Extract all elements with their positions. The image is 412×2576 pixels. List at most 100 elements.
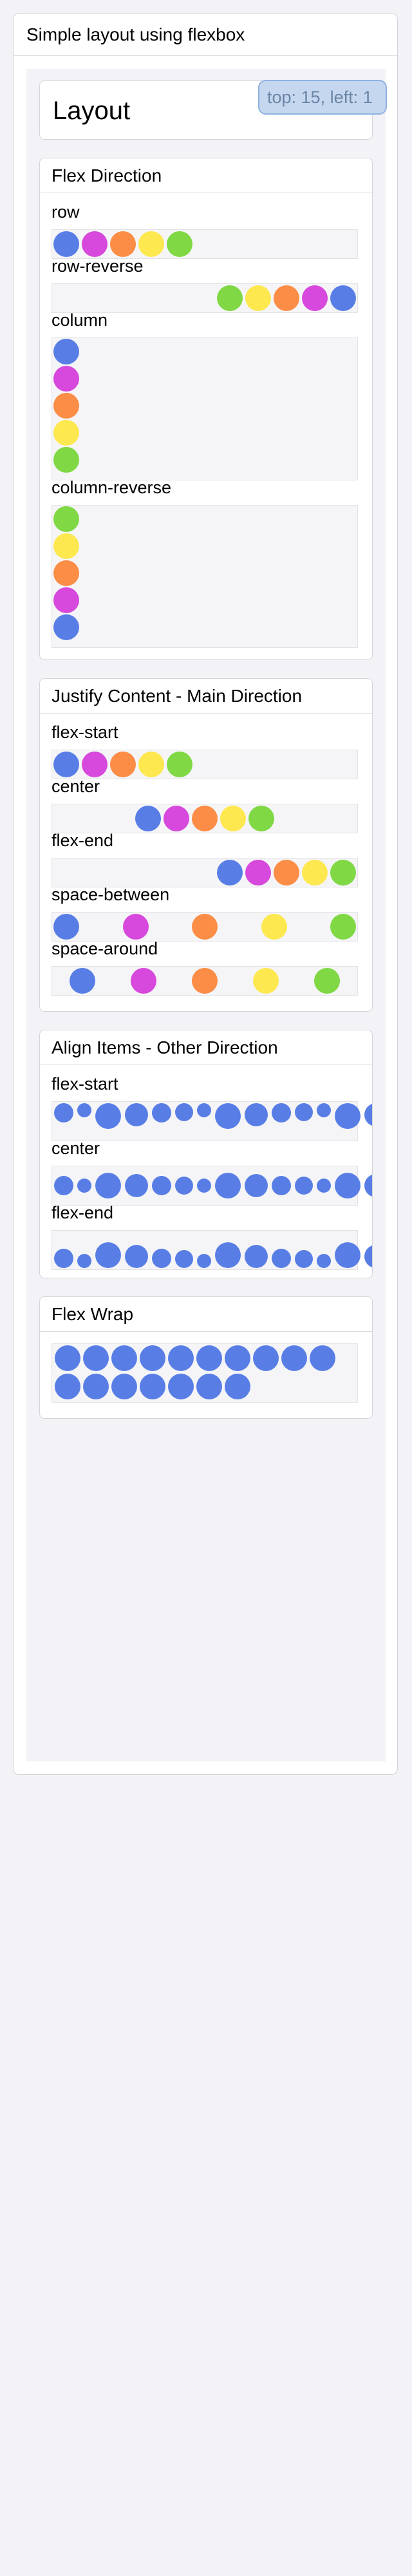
green-circle bbox=[330, 860, 356, 886]
justify-flex-end-box bbox=[52, 858, 358, 887]
magenta-circle bbox=[164, 806, 189, 831]
blue-circle bbox=[125, 1174, 148, 1197]
blue-circle bbox=[175, 1103, 193, 1121]
blue-circle bbox=[215, 1242, 241, 1268]
row-reverse-box bbox=[52, 283, 358, 313]
blue-circle bbox=[272, 1103, 291, 1122]
blue-circle bbox=[197, 1254, 211, 1268]
yellow-circle bbox=[252, 968, 279, 994]
blue-circle bbox=[53, 614, 79, 640]
green-circle bbox=[248, 806, 274, 831]
blue-circle bbox=[77, 1103, 91, 1117]
orange-circle bbox=[191, 968, 218, 994]
blue-circle bbox=[317, 1179, 331, 1193]
flex-wrap-title: Flex Wrap bbox=[40, 1297, 372, 1332]
blue-circle bbox=[335, 1242, 360, 1268]
yellow-circle bbox=[53, 420, 79, 446]
orange-circle bbox=[110, 752, 136, 777]
blue-circle bbox=[135, 806, 161, 831]
blue-circle bbox=[152, 1176, 171, 1195]
blue-circle bbox=[295, 1250, 313, 1268]
column-box bbox=[52, 337, 358, 480]
blue-circle bbox=[54, 1176, 73, 1195]
blue-circle bbox=[335, 1103, 360, 1129]
blue-circle bbox=[197, 1179, 211, 1193]
blue-circle bbox=[54, 1249, 73, 1268]
blue-circle bbox=[310, 1345, 335, 1371]
blue-circle bbox=[168, 1374, 194, 1399]
magenta-circle bbox=[82, 752, 108, 777]
magenta-circle bbox=[82, 231, 108, 257]
justify-space-between-box bbox=[52, 912, 358, 942]
blue-circle bbox=[281, 1345, 307, 1371]
blue-circle bbox=[253, 1345, 279, 1371]
column-reverse-box bbox=[52, 505, 358, 648]
justify-center-box bbox=[52, 804, 358, 833]
yellow-circle bbox=[261, 914, 287, 940]
green-circle bbox=[53, 506, 79, 532]
flex-wrap-box bbox=[52, 1343, 358, 1403]
blue-circle bbox=[55, 1374, 80, 1399]
blue-circle bbox=[111, 1374, 137, 1399]
column-reverse-label: column-reverse bbox=[52, 478, 172, 497]
magenta-circle bbox=[245, 860, 271, 886]
blue-circle bbox=[111, 1345, 137, 1371]
yellow-circle bbox=[138, 752, 164, 777]
blue-circle bbox=[196, 1374, 222, 1399]
blue-circle bbox=[272, 1176, 291, 1195]
blue-circle bbox=[125, 1245, 148, 1268]
justify-center-label: center bbox=[52, 777, 100, 796]
justify-content-card: Justify Content - Main Direction flex-st… bbox=[39, 678, 373, 1012]
blue-circle bbox=[175, 1177, 193, 1195]
blue-circle bbox=[364, 1174, 372, 1197]
blue-circle bbox=[225, 1345, 250, 1371]
green-circle bbox=[53, 447, 79, 473]
magenta-circle bbox=[53, 366, 79, 392]
justify-space-around-label: space-around bbox=[52, 939, 158, 958]
blue-circle bbox=[54, 1103, 73, 1122]
position-tooltip: top: 15, left: 1 bbox=[258, 80, 387, 115]
blue-circle bbox=[196, 1345, 222, 1371]
blue-circle bbox=[330, 285, 356, 311]
justify-flex-start-label: flex-start bbox=[52, 723, 118, 742]
align-center-label: center bbox=[52, 1139, 100, 1158]
blue-circle bbox=[152, 1249, 171, 1268]
blue-circle bbox=[175, 1250, 193, 1268]
orange-circle bbox=[274, 860, 299, 886]
green-circle bbox=[167, 231, 192, 257]
orange-circle bbox=[192, 806, 218, 831]
blue-circle bbox=[364, 1103, 372, 1126]
align-flex-start-box bbox=[52, 1101, 372, 1141]
blue-circle bbox=[197, 1103, 211, 1117]
app-window: Simple layout using flexbox Layout Flex … bbox=[13, 13, 398, 1775]
blue-circle bbox=[53, 752, 79, 777]
justify-space-around-box bbox=[52, 966, 358, 996]
green-circle bbox=[217, 285, 243, 311]
green-circle bbox=[330, 914, 356, 940]
blue-circle bbox=[335, 1173, 360, 1198]
align-center-box bbox=[52, 1166, 372, 1206]
orange-circle bbox=[192, 914, 218, 940]
align-items-title: Align Items - Other Direction bbox=[40, 1030, 372, 1065]
justify-flex-start-box bbox=[52, 750, 358, 779]
align-items-card: Align Items - Other Direction flex-start… bbox=[39, 1030, 373, 1278]
orange-circle bbox=[274, 285, 299, 311]
magenta-circle bbox=[302, 285, 328, 311]
blue-circle bbox=[95, 1103, 121, 1129]
align-flex-start-label: flex-start bbox=[52, 1074, 118, 1094]
row-reverse-label: row-reverse bbox=[52, 256, 144, 276]
blue-circle bbox=[53, 231, 79, 257]
blue-circle bbox=[225, 1374, 250, 1399]
align-flex-end-box bbox=[52, 1230, 372, 1270]
blue-circle bbox=[95, 1242, 121, 1268]
blue-circle bbox=[70, 968, 96, 994]
yellow-circle bbox=[53, 533, 79, 559]
blue-circle bbox=[140, 1374, 165, 1399]
blue-circle bbox=[317, 1103, 331, 1117]
blue-circle bbox=[215, 1103, 241, 1129]
yellow-circle bbox=[245, 285, 271, 311]
blue-circle bbox=[168, 1345, 194, 1371]
justify-flex-end-label: flex-end bbox=[52, 831, 114, 850]
content-area[interactable]: Layout Flex Direction row row-reverse co… bbox=[26, 69, 386, 1761]
blue-circle bbox=[83, 1374, 109, 1399]
